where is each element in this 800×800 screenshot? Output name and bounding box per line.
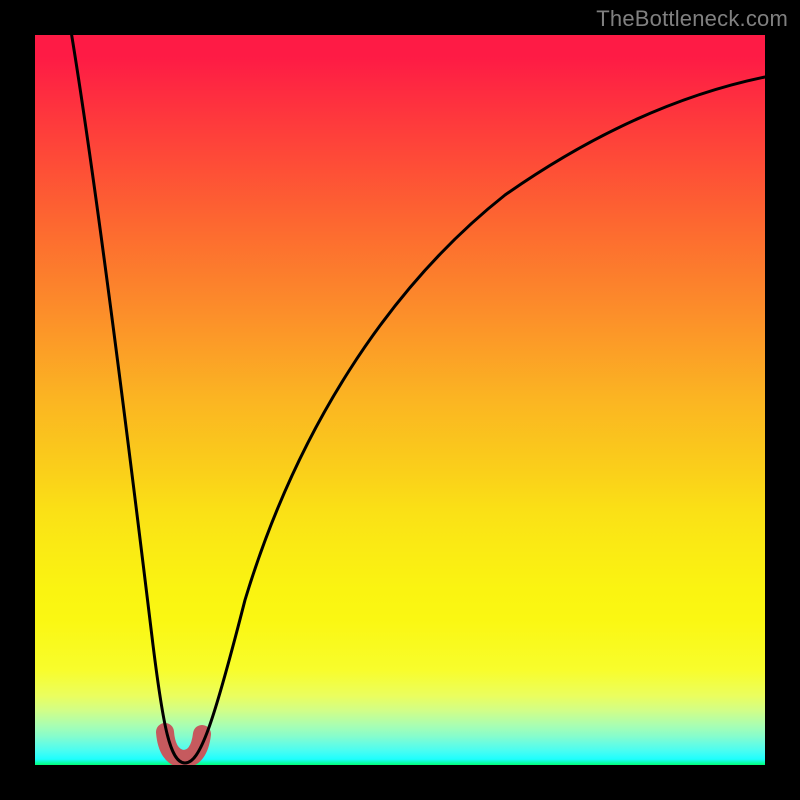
curve-svg [35, 35, 765, 765]
watermark-text: TheBottleneck.com [596, 6, 788, 32]
plot-area [35, 35, 765, 765]
chart-frame: TheBottleneck.com [0, 0, 800, 800]
bottleneck-curve [70, 35, 765, 763]
